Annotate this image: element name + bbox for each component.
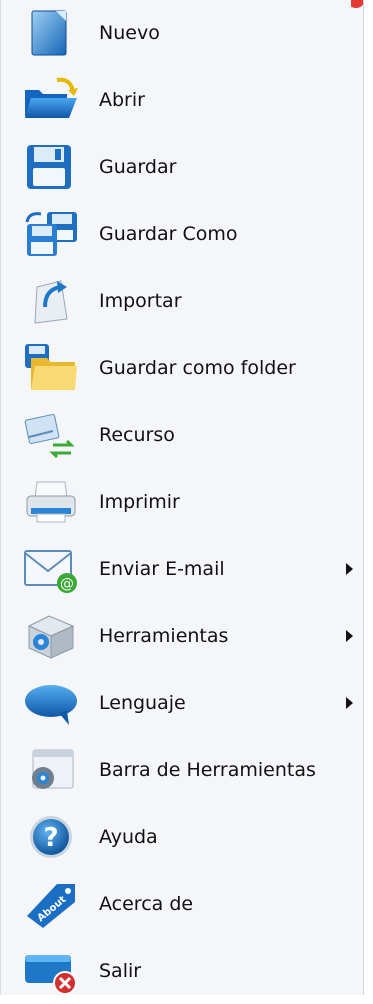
menu-item-label: Importar (99, 290, 182, 312)
exit-icon (23, 947, 79, 995)
menu-item-salir[interactable]: Salir (1, 938, 363, 1004)
menu-item-herramientas[interactable]: Herramientas (1, 603, 363, 669)
svg-text:@: @ (60, 576, 74, 592)
menu-item-label: Herramientas (99, 625, 229, 647)
menu-item-guardar-como[interactable]: Guardar Como (1, 201, 363, 267)
submenu-arrow-icon (346, 563, 353, 575)
menu-item-nuevo[interactable]: Nuevo (1, 0, 363, 66)
menu-item-label: Imprimir (99, 491, 180, 513)
menu-item-label: Ayuda (99, 826, 158, 848)
tools-icon (23, 612, 79, 660)
menu-item-enviar-email[interactable]: @ Enviar E-mail (1, 536, 363, 602)
menu-item-imprimir[interactable]: Imprimir (1, 469, 363, 535)
resource-icon (23, 411, 79, 459)
menu-item-abrir[interactable]: Abrir (1, 67, 363, 133)
menu-item-label: Abrir (99, 89, 145, 111)
email-icon: @ (23, 545, 79, 593)
menu-item-label: Guardar (99, 156, 177, 178)
menu-item-label: Lenguaje (99, 692, 186, 714)
save-to-folder-icon (23, 344, 79, 392)
menu-item-label: Guardar Como (99, 223, 238, 245)
menu-item-label: Enviar E-mail (99, 558, 225, 580)
submenu-arrow-icon (346, 630, 353, 642)
new-document-icon (23, 9, 79, 57)
file-menu: Nuevo Abrir Guardar Guardar Como Importa… (0, 0, 364, 995)
menu-item-barra-de-herramientas[interactable]: Barra de Herramientas (1, 737, 363, 803)
menu-item-importar[interactable]: Importar (1, 268, 363, 334)
open-folder-icon (23, 76, 79, 124)
svg-text:?: ? (43, 823, 58, 853)
help-icon: ? (23, 813, 79, 861)
menu-item-label: Acerca de (99, 893, 194, 915)
menu-item-lenguaje[interactable]: Lenguaje (1, 670, 363, 736)
menu-item-label: Nuevo (99, 22, 160, 44)
menu-item-label: Recurso (99, 424, 175, 446)
menu-item-label: Guardar como folder (99, 357, 296, 379)
menu-item-label: Barra de Herramientas (99, 759, 316, 781)
menu-item-label: Salir (99, 960, 142, 982)
about-tag-icon: About (23, 880, 79, 928)
menu-item-ayuda[interactable]: ? Ayuda (1, 804, 363, 870)
import-icon (23, 277, 79, 325)
menu-item-guardar-como-folder[interactable]: Guardar como folder (1, 335, 363, 401)
floppy-disk-icon (23, 143, 79, 191)
menu-item-guardar[interactable]: Guardar (1, 134, 363, 200)
printer-icon (23, 478, 79, 526)
save-as-icon (23, 210, 79, 258)
toolbar-settings-icon (23, 746, 79, 794)
speech-bubble-icon (23, 679, 79, 727)
menu-item-acerca-de[interactable]: About Acerca de (1, 871, 363, 937)
menu-item-recurso[interactable]: Recurso (1, 402, 363, 468)
submenu-arrow-icon (346, 697, 353, 709)
